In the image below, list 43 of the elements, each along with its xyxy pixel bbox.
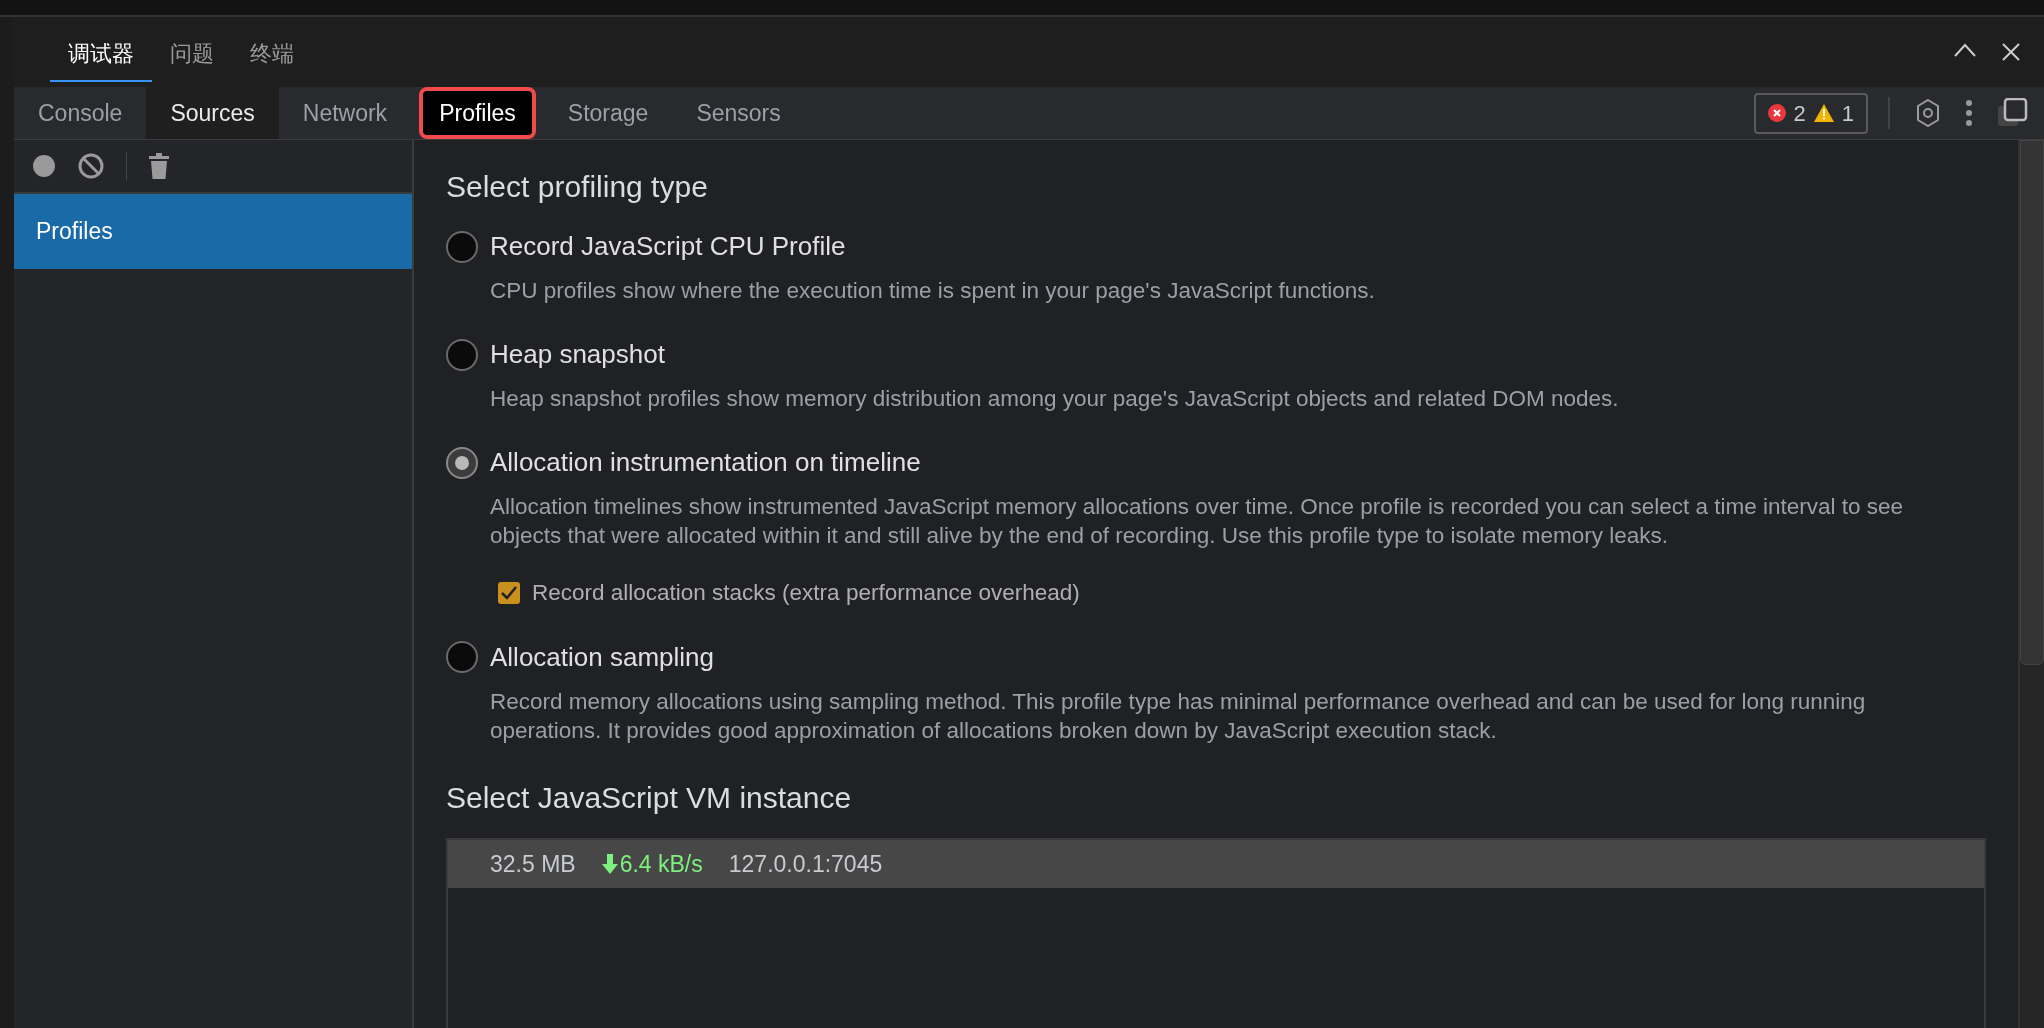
option-label: Record JavaScript CPU Profile <box>490 230 846 263</box>
radio-button[interactable] <box>446 446 478 479</box>
devtools-tab[interactable]: Network <box>278 87 412 139</box>
transfer-rate: 6.4 kB/s <box>601 846 703 881</box>
panel-tab[interactable]: 问题 <box>152 22 232 82</box>
issues-counter[interactable]: 2 1 <box>1753 92 1868 134</box>
option-description: Allocation timelines show instrumented JavaScript memory allocations over time. Once profile is recorded you can select a time interval to see objects that were allocated within it and still alive by the end of recording. Use this profile type to isolate memory leaks. <box>490 493 1905 550</box>
radio-button[interactable] <box>446 641 478 674</box>
instance-row[interactable]: 32.5 MB 6.4 kB/s 127.0.0.1:7045 <box>448 839 1984 888</box>
panel-tab[interactable]: 终端 <box>232 22 312 82</box>
record-icon[interactable] <box>32 154 56 178</box>
collapse-icon[interactable] <box>1954 43 1976 57</box>
option-description: CPU profiles show where the execution time is spent in your page's JavaScript functions. <box>490 277 1376 305</box>
trash-icon[interactable] <box>149 153 169 179</box>
devtools-tab[interactable]: Sources <box>146 87 279 139</box>
instance-address: 127.0.0.1:7045 <box>728 849 883 879</box>
option-label: Heap snapshot <box>490 338 665 371</box>
clear-icon[interactable] <box>78 153 104 179</box>
option-label: Allocation sampling <box>490 640 714 674</box>
option-description: Record memory allocations using sampling method. This profile type has minimal performance overhead and can be used for long running operations. It provides good approximation of allocations broken down by JavaScript execution stack. <box>490 687 1867 745</box>
settings-icon[interactable] <box>1916 99 1940 127</box>
memory-size: 32.5 MB <box>490 849 576 879</box>
devtools-tab[interactable]: Profiles <box>419 87 536 139</box>
section-title: Select JavaScript VM instance <box>446 779 853 816</box>
scrollbar[interactable] <box>2018 140 2044 1028</box>
warning-icon <box>1813 104 1834 122</box>
section-title: Select profiling type <box>446 169 709 205</box>
devtools-tab[interactable]: Console <box>14 87 147 139</box>
error-icon <box>1767 104 1786 122</box>
radio-button[interactable] <box>446 338 478 371</box>
devtools-tab[interactable]: Sensors <box>672 87 805 139</box>
checkbox[interactable] <box>498 581 520 604</box>
dock-icon[interactable] <box>1998 98 2028 128</box>
devtools-tab[interactable]: Storage <box>543 87 673 139</box>
checkbox-label: Record allocation stacks (extra performance overhead) <box>532 579 1080 607</box>
radio-button[interactable] <box>446 230 478 263</box>
down-arrow-icon <box>601 853 618 874</box>
option-description: Heap snapshot profiles show memory distribution among your page's JavaScript objects and related DOM nodes. <box>490 385 1620 413</box>
close-icon[interactable] <box>2002 43 2020 61</box>
more-icon[interactable] <box>1966 100 1972 126</box>
sidebar-item[interactable]: Profiles <box>14 194 412 269</box>
option-label: Allocation instrumentation on timeline <box>490 446 921 479</box>
panel-tab[interactable]: 调试器 <box>50 22 152 82</box>
